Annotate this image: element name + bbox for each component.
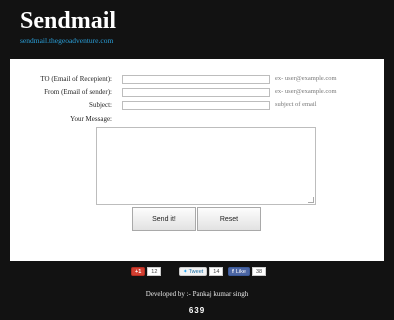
to-hint: ex- user@example.com <box>275 75 337 82</box>
from-hint: ex- user@example.com <box>275 88 337 95</box>
tweet-button[interactable]: ✦ Tweet <box>179 267 208 276</box>
resize-grip-icon[interactable] <box>308 197 314 203</box>
from-row: From (Email of sender): ex- user@example… <box>10 88 384 98</box>
twitter-count: 14 <box>209 267 224 276</box>
to-row: TO (Email of Recepient): ex- user@exampl… <box>10 75 384 85</box>
from-email-input[interactable] <box>122 88 270 97</box>
message-label: Your Message: <box>70 115 112 123</box>
facebook-icon: f <box>232 268 234 275</box>
like-label: Like <box>235 268 246 275</box>
site-title: Sendmail <box>20 8 117 34</box>
gplus-count: 12 <box>147 267 162 276</box>
reset-button[interactable]: Reset <box>197 207 261 231</box>
tweet-label: Tweet <box>188 268 204 275</box>
gplus-share[interactable]: +1 12 <box>131 267 162 276</box>
send-button[interactable]: Send it! <box>132 207 196 231</box>
subject-row: Subject: subject of email <box>10 101 384 111</box>
facebook-like[interactable]: f Like 38 <box>228 267 267 276</box>
to-label: TO (Email of Recepient): <box>40 75 112 83</box>
message-textarea[interactable] <box>96 127 316 205</box>
to-email-input[interactable] <box>122 75 270 84</box>
twitter-bird-icon: ✦ <box>183 268 188 275</box>
subject-input[interactable] <box>122 101 270 110</box>
sendmail-form-panel: TO (Email of Recepient): ex- user@exampl… <box>10 59 384 261</box>
like-button[interactable]: f Like <box>228 267 250 276</box>
visit-counter: 639 <box>188 306 206 315</box>
message-row: Your Message: <box>10 115 384 125</box>
gplus-icon[interactable]: +1 <box>131 267 146 276</box>
subject-label: Subject: <box>89 101 112 109</box>
developer-credit: Developed by :- Pankaj kumar singh <box>145 290 249 298</box>
twitter-share[interactable]: ✦ Tweet 14 <box>179 267 224 276</box>
subject-hint: subject of email <box>275 101 317 108</box>
site-url-link[interactable]: sendmail.thegeoadventure.com <box>20 36 113 45</box>
facebook-count: 38 <box>251 267 267 276</box>
from-label: From (Email of sender): <box>44 88 112 96</box>
